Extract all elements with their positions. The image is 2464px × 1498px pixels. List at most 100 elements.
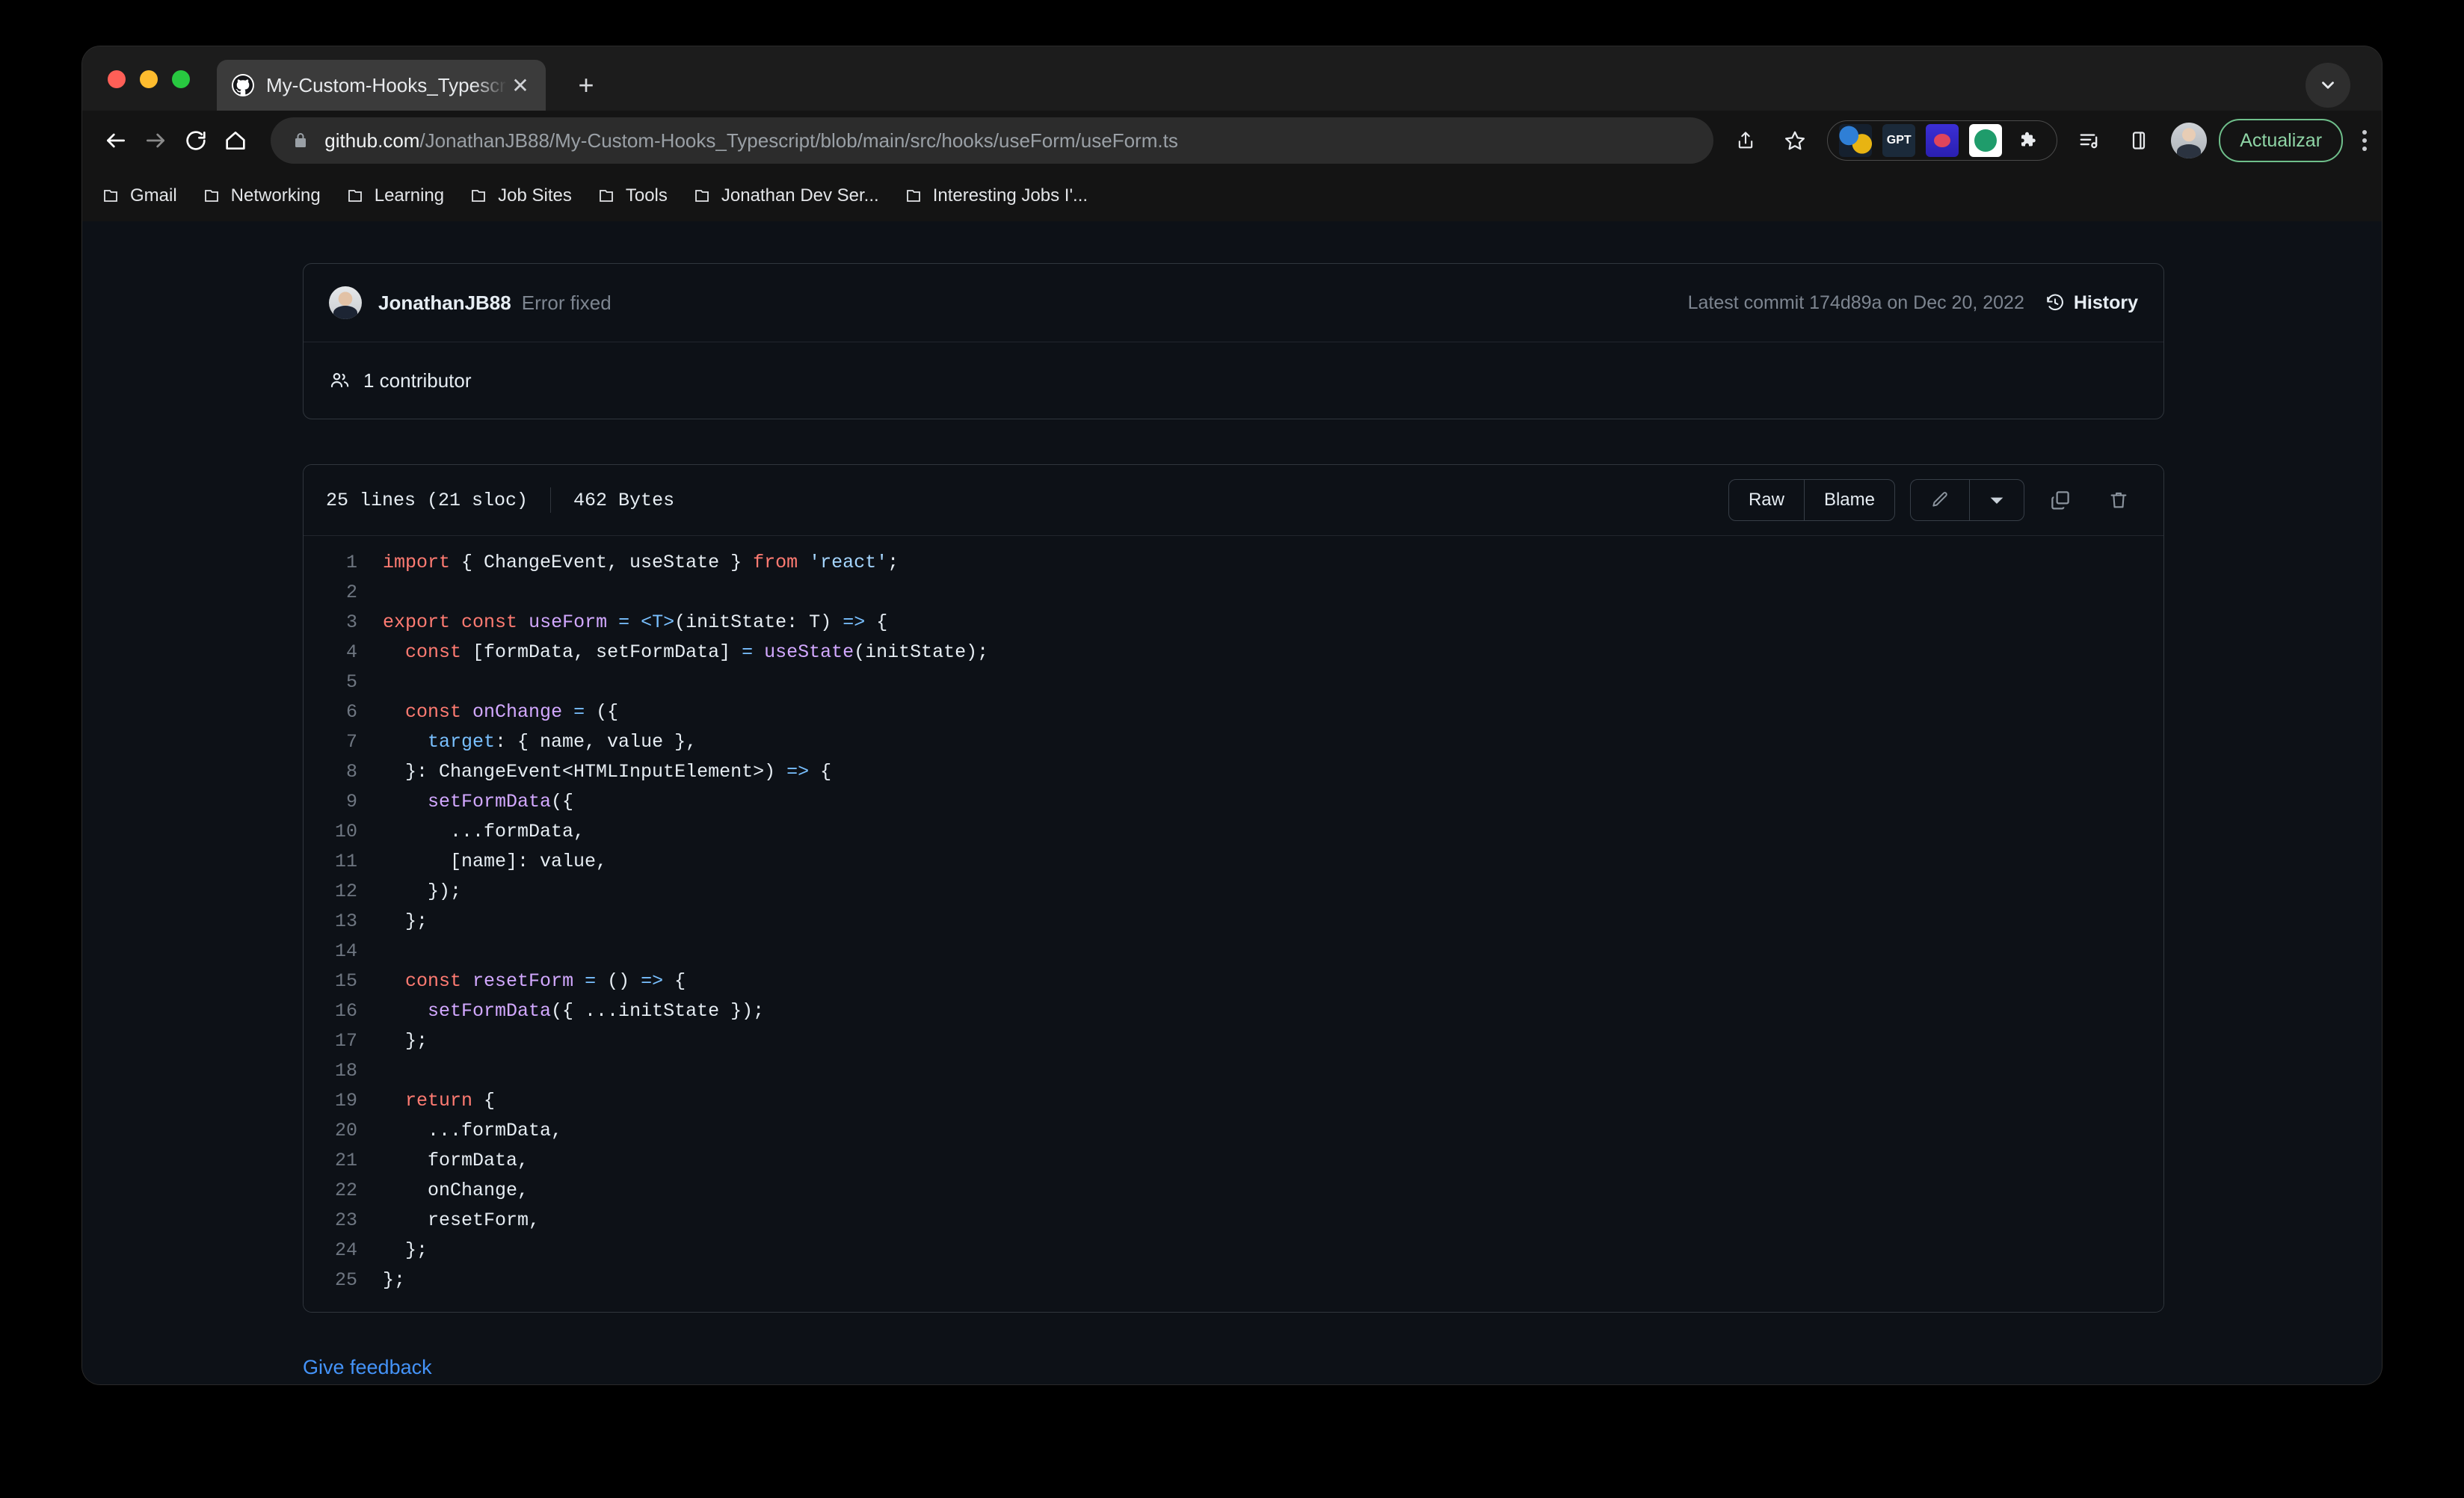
bookmark-learning[interactable]: Learning bbox=[346, 185, 444, 206]
arrow-left-icon[interactable] bbox=[102, 119, 130, 162]
line-number[interactable]: 24 bbox=[304, 1236, 383, 1266]
history-link[interactable]: History bbox=[2045, 292, 2138, 314]
folder-icon bbox=[203, 187, 221, 205]
arrow-right-icon[interactable] bbox=[142, 119, 170, 162]
address-bar[interactable]: github.com/JonathanJB88/My-Custom-Hooks_… bbox=[271, 117, 1714, 164]
bookmark-label: Jonathan Dev Ser... bbox=[721, 185, 879, 206]
close-window-button[interactable] bbox=[108, 70, 126, 88]
bookmarks-bar: Gmail Networking Learning Job Sites Tool… bbox=[82, 170, 2382, 221]
line-number[interactable]: 23 bbox=[304, 1206, 383, 1236]
give-feedback-link[interactable]: Give feedback bbox=[303, 1356, 2164, 1379]
bookmark-gmail[interactable]: Gmail bbox=[102, 185, 177, 206]
profile-avatar[interactable] bbox=[2171, 123, 2208, 158]
line-number[interactable]: 2 bbox=[304, 578, 383, 608]
update-button-label: Actualizar bbox=[2240, 129, 2323, 151]
line-number[interactable]: 21 bbox=[304, 1146, 383, 1176]
line-number[interactable]: 6 bbox=[304, 697, 383, 727]
commit-message[interactable]: Error fixed bbox=[522, 292, 612, 315]
line-number[interactable]: 17 bbox=[304, 1026, 383, 1056]
line-number[interactable]: 5 bbox=[304, 668, 383, 697]
toolbar-icon-group: GPT Actualizar bbox=[1721, 119, 2382, 162]
bookmark-job-sites[interactable]: Job Sites bbox=[469, 185, 572, 206]
line-number[interactable]: 4 bbox=[304, 638, 383, 668]
line-number[interactable]: 18 bbox=[304, 1056, 383, 1086]
delete-button[interactable] bbox=[2096, 479, 2141, 521]
green-extension-icon[interactable] bbox=[1969, 124, 2003, 157]
brain-extension-icon[interactable] bbox=[1926, 124, 1959, 157]
code-token: onChange bbox=[472, 701, 563, 723]
code-line: 7 target: { name, value }, bbox=[304, 727, 2163, 757]
line-number[interactable]: 22 bbox=[304, 1176, 383, 1206]
code-line-text: }; bbox=[383, 1266, 405, 1295]
bookmark-star-icon[interactable] bbox=[1775, 120, 1815, 161]
code-viewer[interactable]: 1 import { ChangeEvent, useState } from '… bbox=[304, 536, 2163, 1312]
line-number[interactable]: 25 bbox=[304, 1266, 383, 1295]
edit-dropdown-button[interactable] bbox=[1969, 480, 2024, 520]
new-tab-button[interactable]: + bbox=[568, 67, 604, 103]
bookmark-interesting-jobs[interactable]: Interesting Jobs I'... bbox=[905, 185, 1088, 206]
update-button[interactable]: Actualizar bbox=[2219, 119, 2344, 162]
line-number[interactable]: 11 bbox=[304, 847, 383, 877]
close-icon[interactable]: ✕ bbox=[507, 72, 534, 99]
code-line: 16 setFormData({ ...initState }); bbox=[304, 996, 2163, 1026]
line-number[interactable]: 20 bbox=[304, 1116, 383, 1146]
minimize-window-button[interactable] bbox=[140, 70, 158, 88]
browser-tab[interactable]: My-Custom-Hooks_Typescript ✕ bbox=[217, 60, 546, 111]
blame-button[interactable]: Blame bbox=[1803, 480, 1894, 520]
line-number[interactable]: 14 bbox=[304, 937, 383, 967]
line-number[interactable]: 7 bbox=[304, 727, 383, 757]
window-controls bbox=[108, 70, 190, 88]
code-token: [formData, setFormData] bbox=[461, 641, 742, 663]
folder-icon bbox=[693, 187, 711, 205]
code-line-text: target: { name, value }, bbox=[383, 727, 697, 757]
code-token: useState bbox=[764, 641, 854, 663]
reload-icon[interactable] bbox=[182, 119, 210, 162]
line-number[interactable]: 13 bbox=[304, 907, 383, 937]
line-number[interactable]: 10 bbox=[304, 817, 383, 847]
side-panel-icon[interactable] bbox=[2119, 120, 2159, 161]
line-number[interactable]: 19 bbox=[304, 1086, 383, 1116]
bookmark-label: Networking bbox=[230, 185, 321, 206]
code-token: => bbox=[786, 761, 810, 783]
bookmark-jonathan-dev-ser[interactable]: Jonathan Dev Ser... bbox=[693, 185, 879, 206]
code-token: resetForm, bbox=[383, 1209, 540, 1231]
code-line-text: export const useForm = <T>(initState: T)… bbox=[383, 608, 887, 638]
line-number[interactable]: 8 bbox=[304, 757, 383, 787]
file-size-label: 462 Bytes bbox=[573, 489, 675, 511]
bookmark-tools[interactable]: Tools bbox=[597, 185, 668, 206]
chevron-down-icon[interactable] bbox=[2306, 63, 2350, 108]
code-line: 23 resetForm, bbox=[304, 1206, 2163, 1236]
code-line: 9 setFormData({ bbox=[304, 787, 2163, 817]
line-number[interactable]: 12 bbox=[304, 877, 383, 907]
copy-button[interactable] bbox=[2038, 479, 2083, 521]
line-number[interactable]: 16 bbox=[304, 996, 383, 1026]
gpt-extension-icon[interactable]: GPT bbox=[1882, 124, 1916, 157]
home-icon[interactable] bbox=[222, 119, 250, 162]
share-icon[interactable] bbox=[1725, 120, 1766, 161]
colorful-extension-icon[interactable] bbox=[1839, 124, 1873, 157]
code-line: 22 onChange, bbox=[304, 1176, 2163, 1206]
code-token: ...formData, bbox=[383, 1120, 563, 1141]
kebab-menu-icon[interactable] bbox=[2347, 120, 2382, 161]
line-number[interactable]: 1 bbox=[304, 548, 383, 578]
contributors-row[interactable]: 1 contributor bbox=[304, 342, 2163, 419]
reading-list-icon[interactable] bbox=[2069, 120, 2110, 161]
edit-button[interactable] bbox=[1911, 480, 1969, 520]
code-token: { bbox=[809, 761, 832, 783]
raw-button[interactable]: Raw bbox=[1729, 480, 1804, 520]
line-number[interactable]: 9 bbox=[304, 787, 383, 817]
puzzle-extensions-icon[interactable] bbox=[2012, 124, 2045, 157]
user-avatar[interactable] bbox=[329, 286, 362, 319]
bookmark-networking[interactable]: Networking bbox=[203, 185, 321, 206]
code-line: 12 }); bbox=[304, 877, 2163, 907]
commit-author[interactable]: JonathanJB88 bbox=[378, 292, 511, 315]
line-number[interactable]: 3 bbox=[304, 608, 383, 638]
maximize-window-button[interactable] bbox=[172, 70, 190, 88]
code-line-text: }; bbox=[383, 1026, 428, 1056]
line-number[interactable]: 15 bbox=[304, 967, 383, 996]
code-token: const bbox=[405, 701, 462, 723]
